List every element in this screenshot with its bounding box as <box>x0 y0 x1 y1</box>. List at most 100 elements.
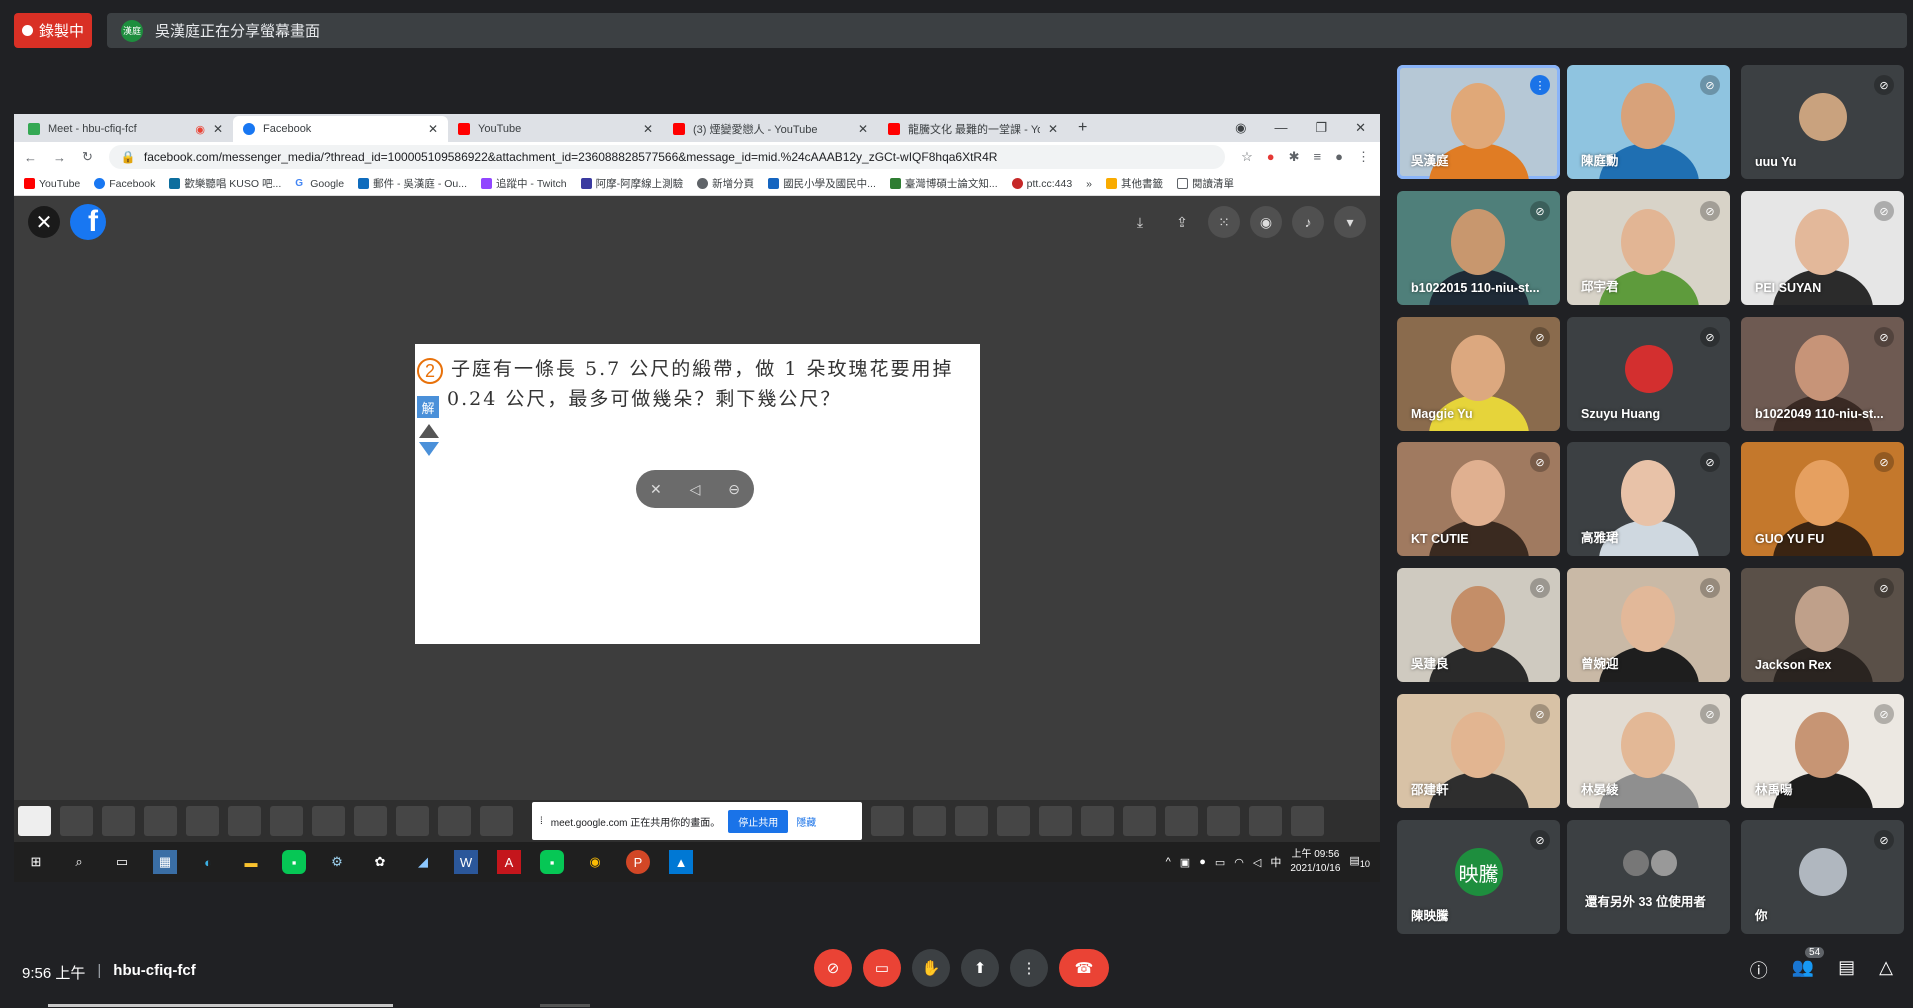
more-options-icon[interactable]: ⋮ <box>1010 949 1048 987</box>
messenger-icon[interactable]: ◉ <box>1250 206 1282 238</box>
hide-button[interactable]: 隱藏 <box>796 814 816 829</box>
thumbnail[interactable] <box>997 806 1030 836</box>
thumbnail[interactable] <box>270 806 303 836</box>
ime-indicator[interactable]: 中 <box>1270 854 1281 870</box>
wifi-icon[interactable]: ◠ <box>1234 856 1244 869</box>
bookmark-item[interactable]: 國民小學及國民中... <box>768 176 876 191</box>
info-icon[interactable]: ⓘ <box>1750 957 1768 983</box>
thumbnail[interactable] <box>1123 806 1156 836</box>
menu-grid-icon[interactable]: ⁙ <box>1208 206 1240 238</box>
bookmark-item[interactable]: G Google <box>295 178 344 190</box>
bookmark-item[interactable]: Facebook <box>94 178 155 190</box>
thumbnail[interactable] <box>186 806 219 836</box>
opera-icon[interactable]: ● <box>1267 149 1275 165</box>
chevron-up-icon[interactable]: ^ <box>1166 856 1171 868</box>
thumbnail[interactable] <box>1039 806 1072 836</box>
participant-tile[interactable]: b1022049 110-niu-st... ⊘ <box>1741 317 1904 431</box>
bookmark-item[interactable]: 追蹤中 - Twitch <box>481 176 567 191</box>
close-icon[interactable]: ✕ <box>643 122 653 136</box>
participant-tile[interactable]: 林晏綾 ⊘ <box>1567 694 1730 808</box>
thumbnail[interactable] <box>438 806 471 836</box>
participant-tile[interactable]: Szuyu Huang ⊘ <box>1567 317 1730 431</box>
tray-app-icon[interactable]: ▣ <box>1180 856 1190 869</box>
chat-icon[interactable]: ▤ <box>1838 957 1855 983</box>
app-icon[interactable]: ✿ <box>368 850 392 874</box>
thumbnail[interactable] <box>144 806 177 836</box>
participant-tile[interactable]: 陳庭勳 ⊘ <box>1567 65 1730 179</box>
browser-tab-active[interactable]: Facebook ✕ <box>233 116 448 142</box>
thumbnail[interactable] <box>871 806 904 836</box>
thumbnail[interactable] <box>1081 806 1114 836</box>
microphone-icon[interactable]: ● <box>1199 856 1206 868</box>
bookmark-item[interactable]: ptt.cc:443 <box>1011 178 1072 190</box>
thumbnail[interactable] <box>955 806 988 836</box>
close-icon[interactable]: ✕ <box>1048 122 1058 136</box>
reload-icon[interactable]: ↻ <box>82 149 93 165</box>
thumbnail[interactable] <box>354 806 387 836</box>
thumbnail[interactable] <box>18 806 51 836</box>
bookmark-item[interactable]: 阿摩-阿摩線上測驗 <box>580 176 683 191</box>
stop-sharing-button[interactable]: 停止共用 <box>728 809 789 833</box>
participant-tile[interactable]: Jackson Rex ⊘ <box>1741 568 1904 682</box>
browser-tab[interactable]: YouTube ✕ <box>448 116 663 142</box>
reading-list[interactable]: 閱讀清單 <box>1177 176 1234 191</box>
browser-tab[interactable]: (3) 煙變愛戀人 - YouTube ✕ <box>663 116 878 142</box>
url-field[interactable]: 🔒 facebook.com/messenger_media/?thread_id… <box>108 145 1226 169</box>
mute-icon[interactable]: ◁ <box>690 481 701 498</box>
menu-icon[interactable]: ⋮ <box>1357 149 1370 165</box>
mic-off-icon[interactable]: ⊘ <box>814 949 852 987</box>
close-window-icon[interactable]: ✕ <box>1355 120 1366 136</box>
search-icon[interactable]: ⌕ <box>67 850 91 874</box>
line-icon[interactable]: ▪ <box>540 850 564 874</box>
thumbnail[interactable] <box>396 806 429 836</box>
notification-icon[interactable]: ▤10 <box>1349 854 1370 869</box>
thumbnail[interactable] <box>312 806 345 836</box>
battery-icon[interactable]: ▭ <box>1215 856 1225 869</box>
present-screen-icon[interactable]: ⬆ <box>961 949 999 987</box>
participant-tile[interactable]: uuu Yu ⊘ <box>1741 65 1904 179</box>
thumbnail[interactable] <box>102 806 135 836</box>
drag-handle-icon[interactable]: ⁞ <box>540 816 543 827</box>
file-explorer-icon[interactable]: ▬ <box>239 850 263 874</box>
participant-tile[interactable]: 映騰 陳映騰 ⊘ <box>1397 820 1560 934</box>
bookmark-item[interactable]: 郵件 - 吳漢庭 - Ou... <box>358 176 467 191</box>
close-icon[interactable]: ✕ <box>28 206 60 238</box>
thumbnail[interactable] <box>1291 806 1324 836</box>
thumbnail[interactable] <box>1207 806 1240 836</box>
participant-tile[interactable]: KT CUTIE ⊘ <box>1397 442 1560 556</box>
remove-icon[interactable]: ⊖ <box>728 481 740 498</box>
windows-start-icon[interactable]: ⊞ <box>24 850 48 874</box>
camera-off-icon[interactable]: ▭ <box>863 949 901 987</box>
thumbnail[interactable] <box>60 806 93 836</box>
participant-tile[interactable]: PEI SUYAN ⊘ <box>1741 191 1904 305</box>
maximize-icon[interactable]: ❐ <box>1315 120 1327 136</box>
thumbnail[interactable] <box>480 806 513 836</box>
close-icon[interactable]: ✕ <box>213 122 223 136</box>
pin-icon[interactable]: ✕ <box>650 481 662 498</box>
participant-tile[interactable]: 你 ⊘ <box>1741 820 1904 934</box>
participant-tile[interactable]: 還有另外 33 位使用者 <box>1567 820 1730 934</box>
bookmark-folder[interactable]: 其他書籤 <box>1106 176 1163 191</box>
edge-icon[interactable]: ◐ <box>196 850 220 874</box>
participant-tile[interactable]: 邱宇君 ⊘ <box>1567 191 1730 305</box>
raise-hand-icon[interactable]: ✋ <box>912 949 950 987</box>
new-tab-icon[interactable]: + <box>1078 119 1087 137</box>
calculator-icon[interactable]: ▦ <box>153 850 177 874</box>
bookmark-item[interactable]: 臺灣博碩士論文知... <box>889 176 998 191</box>
facebook-logo-icon[interactable]: f <box>70 204 106 240</box>
end-call-icon[interactable]: ☎ <box>1059 949 1109 987</box>
activities-icon[interactable]: △ <box>1879 957 1893 983</box>
browser-tab[interactable]: Meet - hbu-cfiq-fcf ◉ ✕ <box>18 116 233 142</box>
word-icon[interactable]: W <box>454 850 478 874</box>
participant-tile[interactable]: 邵建軒 ⊘ <box>1397 694 1560 808</box>
participant-tile[interactable]: Maggie Yu ⊘ <box>1397 317 1560 431</box>
task-view-icon[interactable]: ▭ <box>110 850 134 874</box>
thumbnail[interactable] <box>913 806 946 836</box>
taskbar-clock[interactable]: 上午 09:56 2021/10/16 <box>1290 848 1340 876</box>
account-dropdown-icon[interactable]: ▾ <box>1334 206 1366 238</box>
volume-icon[interactable]: ◁ <box>1253 856 1261 869</box>
chrome-icon[interactable]: ◉ <box>583 850 607 874</box>
powerpoint-icon[interactable]: P <box>626 850 650 874</box>
bookmark-item[interactable]: YouTube <box>24 178 80 190</box>
thumbnail[interactable] <box>1165 806 1198 836</box>
